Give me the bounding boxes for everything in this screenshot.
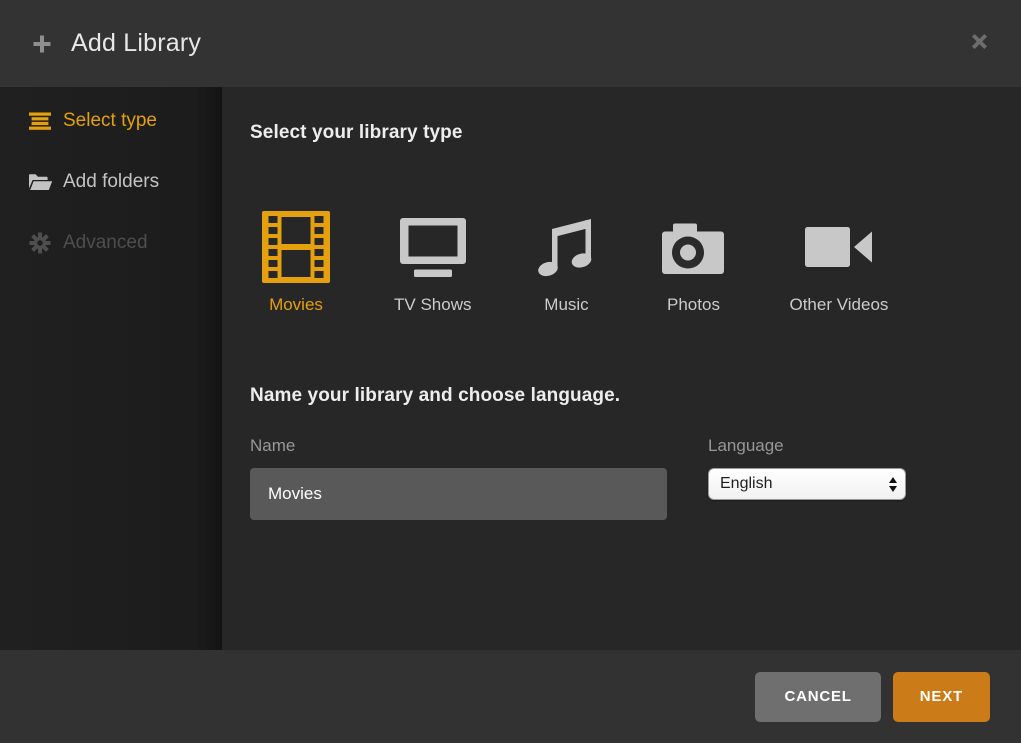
library-name-input[interactable] (250, 468, 667, 520)
dialog-footer: CANCEL NEXT (0, 650, 1021, 743)
name-field-group: Name (250, 435, 667, 520)
type-label: Music (544, 293, 588, 316)
dialog-title: Add Library (71, 29, 201, 58)
name-section-heading: Name your library and choose language. (250, 383, 1021, 409)
dialog-content: Select your library type (222, 87, 1021, 650)
dialog-header: Add Library (0, 0, 1021, 87)
gear-icon (27, 232, 53, 254)
language-field-group: Language English (708, 435, 906, 520)
open-folder-icon (27, 173, 53, 192)
camera-icon (661, 209, 725, 285)
list-lines-icon (27, 112, 53, 130)
close-icon[interactable] (967, 29, 991, 53)
wizard-steps-sidebar: Select type Add folders (0, 87, 222, 650)
sidebar-item-add-folders[interactable]: Add folders (0, 160, 222, 204)
film-strip-icon (262, 209, 330, 285)
type-label: Movies (269, 293, 323, 316)
type-label: Photos (667, 293, 720, 316)
type-option-music[interactable]: Music (535, 209, 597, 316)
language-select[interactable]: English (708, 468, 906, 500)
type-label: TV Shows (394, 293, 471, 316)
type-option-tv-shows[interactable]: TV Shows (394, 209, 471, 316)
sidebar-item-select-type[interactable]: Select type (0, 99, 222, 143)
add-library-dialog: Add Library Select type (0, 0, 1021, 743)
cancel-button[interactable]: CANCEL (755, 672, 880, 722)
name-language-form: Name Language English (250, 435, 1021, 520)
type-option-other-videos[interactable]: Other Videos (789, 209, 888, 316)
sidebar-item-label: Select type (63, 110, 157, 132)
plus-icon (30, 32, 54, 56)
type-option-movies[interactable]: Movies (262, 209, 330, 316)
type-section-heading: Select your library type (250, 120, 1021, 146)
language-select-value: English (720, 475, 772, 493)
tv-icon (399, 209, 467, 285)
next-button[interactable]: NEXT (893, 672, 990, 722)
sidebar-item-label: Advanced (63, 232, 148, 254)
select-stepper-icon (889, 477, 897, 492)
music-note-icon (535, 209, 597, 285)
name-field-label: Name (250, 435, 667, 457)
dialog-body: Select type Add folders (0, 87, 1021, 650)
video-camera-icon (805, 209, 873, 285)
type-option-photos[interactable]: Photos (661, 209, 725, 316)
sidebar-item-label: Add folders (63, 171, 159, 193)
language-field-label: Language (708, 435, 906, 457)
sidebar-item-advanced: Advanced (0, 221, 222, 265)
library-type-row: Movies TV Shows (262, 209, 1021, 316)
type-label: Other Videos (789, 293, 888, 316)
